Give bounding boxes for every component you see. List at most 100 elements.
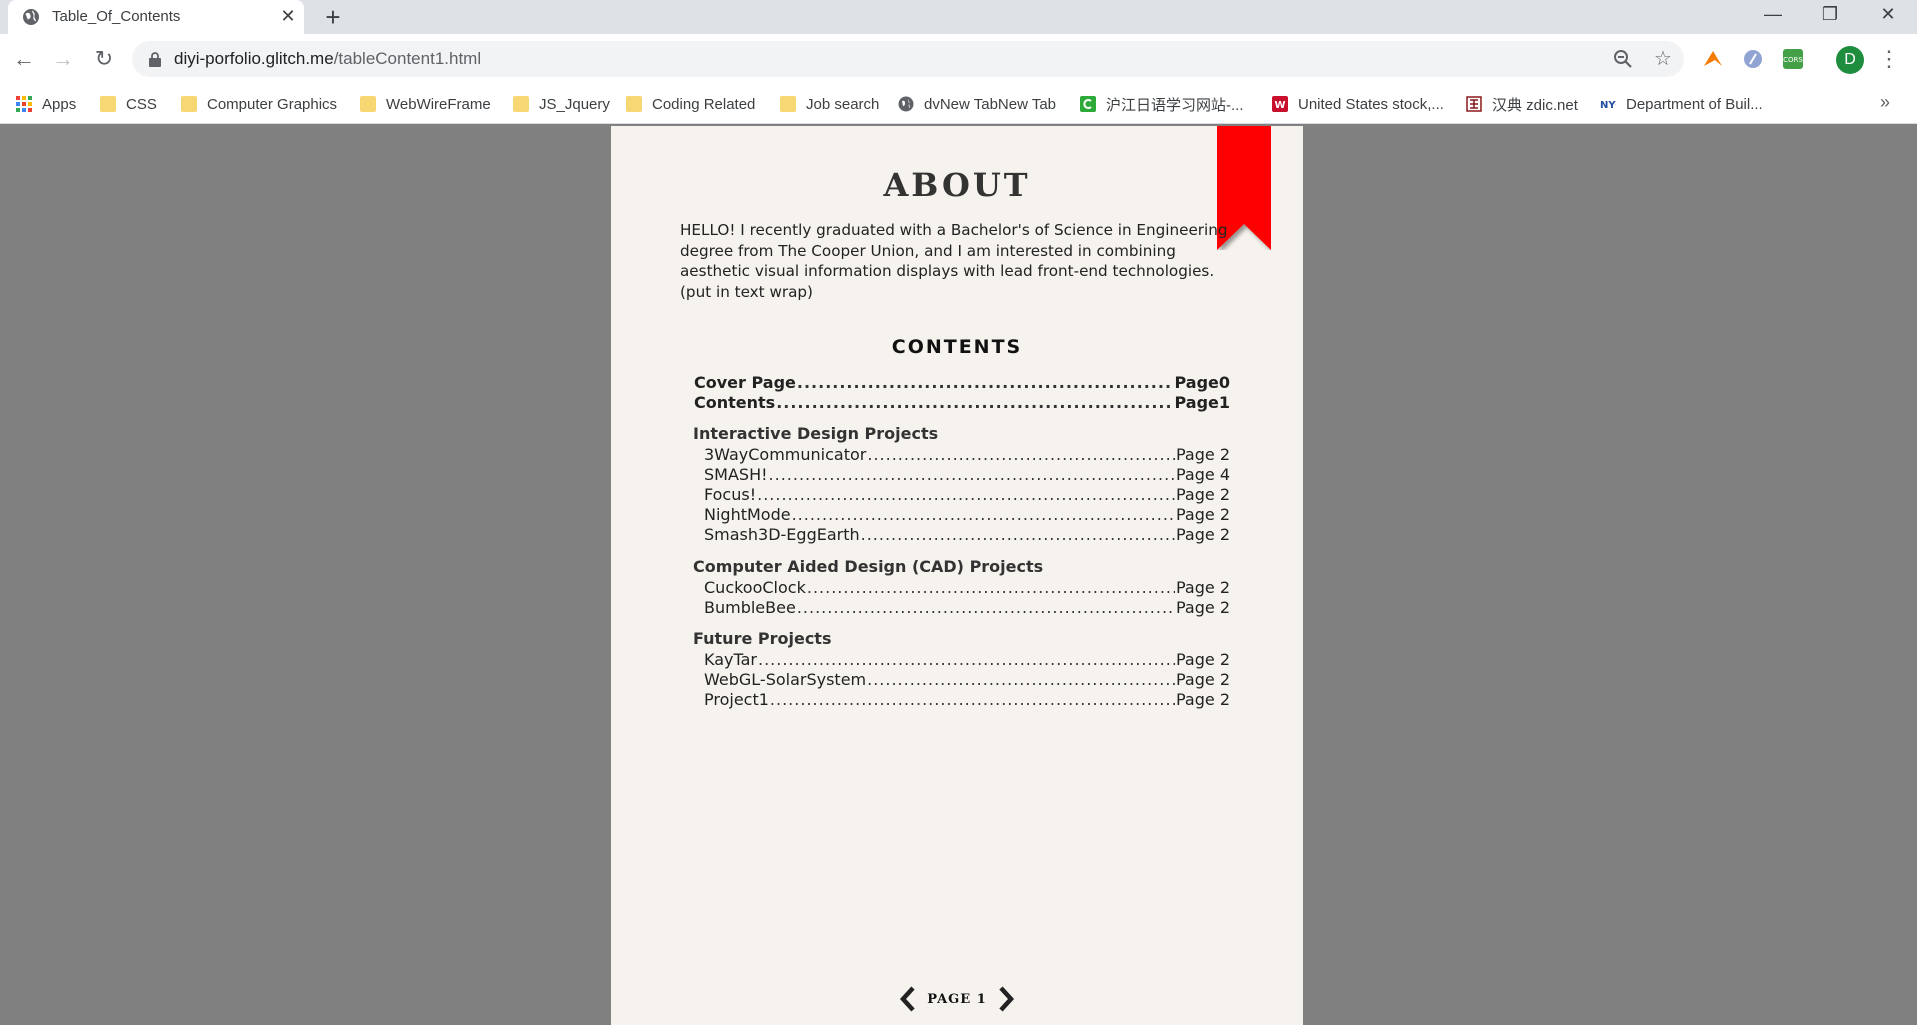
folder-icon	[100, 96, 116, 112]
toc-section-cad: Computer Aided Design (CAD) Projects	[693, 557, 1044, 576]
contents-heading: CONTENTS	[891, 336, 1023, 358]
globe-icon	[23, 9, 39, 25]
bookmark-label: dvNew TabNew Tab	[924, 95, 1057, 113]
extension-orange-icon[interactable]	[1700, 46, 1726, 72]
toc-section-interactive-design: Interactive Design Projects	[693, 424, 939, 443]
cors-extension-icon[interactable]: CORS	[1780, 46, 1806, 72]
tab-title: Table_Of_Contents	[52, 8, 181, 25]
back-button[interactable]: ←	[9, 44, 39, 74]
bookmark-wsj[interactable]: W United States stock,...	[1272, 93, 1444, 115]
toc-entry-page: Page 2	[1176, 598, 1230, 617]
bookmark-hujiang[interactable]: 沪江日语学习网站-...	[1080, 93, 1244, 115]
toc-entry-name: Project1	[704, 690, 769, 709]
more-bookmarks-icon[interactable]: »	[1880, 92, 1890, 113]
bookmark-label: WebWireFrame	[386, 95, 491, 113]
folder-icon	[626, 96, 642, 112]
toc-entry-bumblebee[interactable]: BumbleBee ..............................…	[704, 597, 1230, 617]
close-window-button[interactable]: ✕	[1860, 0, 1916, 28]
toc-entry-contents[interactable]: Contents ...............................…	[694, 392, 1230, 412]
toc-entry-kaytar[interactable]: KayTar .................................…	[704, 649, 1230, 669]
chevron-right-icon[interactable]	[997, 986, 1017, 1012]
toc-entry-cover-page[interactable]: Cover Page .............................…	[694, 372, 1230, 392]
toc-leader-dots: ........................................…	[791, 505, 1175, 524]
bookmark-label: 沪江日语学习网站-...	[1106, 96, 1244, 114]
extension-blue-icon[interactable]	[1740, 46, 1766, 72]
bookmark-folder-js-jquery[interactable]: JS_Jquery	[513, 93, 610, 115]
chevron-left-icon[interactable]	[897, 986, 917, 1012]
toc-section-future-projects: Future Projects	[693, 629, 832, 648]
nyc-icon: NYC	[1600, 100, 1616, 111]
toc-page: ABOUT HELLO! I recently graduated with a…	[611, 126, 1303, 1025]
toc-entry-page: Page 4	[1176, 465, 1230, 484]
svg-text:W: W	[1274, 100, 1285, 111]
url-host: diyi-porfolio.glitch.me	[174, 49, 334, 68]
bookmark-folder-webwireframe[interactable]: WebWireFrame	[360, 93, 491, 115]
bookmark-new-tab[interactable]: dvNew TabNew Tab	[898, 93, 1056, 115]
toc-entry-page: Page 2	[1176, 485, 1230, 504]
close-tab-icon[interactable]: ✕	[278, 6, 298, 26]
address-bar[interactable]: diyi-porfolio.glitch.me/tableContent1.ht…	[132, 41, 1684, 77]
toc-entry-name: Focus!	[704, 485, 757, 504]
toc-entry-name: SMASH!	[704, 465, 768, 484]
folder-icon	[513, 96, 529, 112]
bookmark-zdic[interactable]: 汉典 zdic.net	[1466, 93, 1578, 115]
page-number-label: PAGE 1	[927, 991, 987, 1007]
folder-icon	[780, 96, 796, 112]
toc-entry-name: BumbleBee	[704, 598, 796, 617]
toc-entry-name: NightMode	[704, 505, 791, 524]
toc-leader-dots: ........................................…	[776, 393, 1173, 412]
bookmark-label: Department of Buil...	[1626, 95, 1763, 113]
toc-entry-page: Page 2	[1176, 445, 1230, 464]
toc-entry-3waycommunicator[interactable]: 3WayCommunicator .......................…	[704, 444, 1230, 464]
new-tab-button[interactable]: +	[318, 2, 348, 32]
toc-entry-nightmode[interactable]: NightMode ..............................…	[704, 504, 1230, 524]
bookmark-star-icon[interactable]: ☆	[1650, 46, 1676, 72]
toc-entry-focus[interactable]: Focus! .................................…	[704, 484, 1230, 504]
toc-entry-page: Page 2	[1176, 670, 1230, 689]
toc-entry-webgl-solarsystem[interactable]: WebGL-SolarSystem ......................…	[704, 669, 1230, 689]
bookmark-label: JS_Jquery	[539, 95, 610, 113]
minimize-button[interactable]: —	[1745, 0, 1801, 28]
profile-avatar[interactable]: D	[1836, 46, 1864, 74]
page-navigator: PAGE 1	[611, 986, 1303, 1012]
browser-tab[interactable]: Table_Of_Contents ✕	[8, 0, 304, 34]
lock-icon	[149, 52, 161, 67]
zdic-icon	[1466, 96, 1482, 112]
toc-entry-smash[interactable]: SMASH! .................................…	[704, 464, 1230, 484]
bookmark-label: Apps	[42, 95, 77, 113]
folder-icon	[360, 96, 376, 112]
bookmark-label: United States stock,...	[1298, 95, 1444, 113]
toc-entry-page: Page 2	[1176, 578, 1230, 597]
toc-entry-project1[interactable]: Project1 ...............................…	[704, 689, 1230, 709]
hujiang-icon	[1080, 96, 1096, 112]
toc-entry-smash3d-eggearth[interactable]: Smash3D-EggEarth .......................…	[704, 524, 1230, 544]
toc-entry-page: Page 2	[1176, 690, 1230, 709]
bookmark-folder-coding-related[interactable]: Coding Related	[626, 93, 755, 115]
toc-leader-dots: ........................................…	[860, 525, 1175, 544]
bookmark-label: Job search	[806, 95, 880, 113]
bookmark-nyc-buildings[interactable]: NYC Department of Buil...	[1600, 93, 1763, 115]
menu-icon[interactable]: ⋮	[1878, 44, 1900, 74]
zoom-icon[interactable]	[1610, 46, 1636, 72]
bookmark-label: 汉典 zdic.net	[1492, 96, 1578, 114]
bookmark-label: Coding Related	[652, 95, 756, 113]
url-text: diyi-porfolio.glitch.me/tableContent1.ht…	[174, 49, 481, 69]
bookmark-folder-css[interactable]: CSS	[100, 93, 157, 115]
toc-leader-dots: ........................................…	[757, 485, 1175, 504]
restore-button[interactable]: ❐	[1802, 0, 1858, 28]
about-paragraph: HELLO! I recently graduated with a Bache…	[680, 221, 1228, 301]
toc-entry-page: Page 2	[1176, 525, 1230, 544]
apps-grid-icon	[16, 96, 32, 112]
toc-leader-dots: ........................................…	[867, 445, 1175, 464]
toc-entry-page: Page 2	[1176, 505, 1230, 524]
forward-button[interactable]: →	[48, 44, 78, 74]
bookmark-folder-computer-graphics[interactable]: Computer Graphics	[181, 93, 337, 115]
bookmark-folder-job-search[interactable]: Job search	[780, 93, 879, 115]
svg-text:NYC: NYC	[1600, 100, 1616, 111]
reload-button[interactable]: ↻	[89, 44, 119, 74]
folder-icon	[181, 96, 197, 112]
bookmark-apps[interactable]: Apps	[16, 93, 76, 115]
toc-entry-cuckooclock[interactable]: CuckooClock ............................…	[704, 577, 1230, 597]
url-path: /tableContent1.html	[333, 49, 482, 68]
document-viewer: ABOUT HELLO! I recently graduated with a…	[0, 124, 1917, 1025]
